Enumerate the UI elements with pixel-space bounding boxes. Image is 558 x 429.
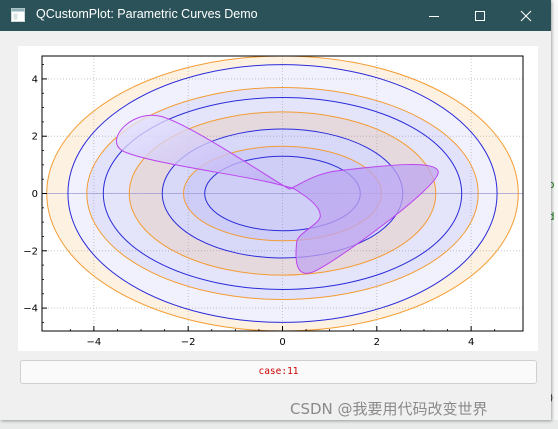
parametric-curves-plot[interactable]: −4 −2 0 2 4 −4 −2 0 2 4 <box>18 46 538 351</box>
app-window: QCustomPlot: Parametric Curves Demo −4 −2… <box>0 0 551 420</box>
close-button[interactable] <box>503 0 549 31</box>
y-tick-label: −4 <box>23 304 38 315</box>
status-display: case:11 <box>20 360 537 384</box>
app-icon <box>11 8 25 22</box>
maximize-button[interactable] <box>457 0 503 31</box>
x-tick-label: 2 <box>374 337 380 348</box>
y-tick-label: −2 <box>23 246 38 257</box>
title-bar[interactable]: QCustomPlot: Parametric Curves Demo <box>0 0 551 31</box>
maximize-icon <box>475 10 485 21</box>
y-tick-label: 4 <box>32 74 38 85</box>
y-tick-label: 0 <box>32 189 38 200</box>
background-bottom-strip <box>0 420 558 429</box>
y-tick-label: 2 <box>32 132 38 143</box>
window-title: QCustomPlot: Parametric Curves Demo <box>36 7 258 21</box>
x-tick-label: 0 <box>279 337 285 348</box>
x-tick-label: −4 <box>86 337 101 348</box>
x-tick-label: 4 <box>468 337 474 348</box>
x-tick-label: −2 <box>181 337 196 348</box>
curves-group <box>42 56 523 331</box>
minimize-button[interactable] <box>411 0 457 31</box>
watermark: CSDN @我要用代码改变世界 <box>290 400 488 418</box>
minimize-icon <box>429 15 439 17</box>
plot-widget[interactable]: −4 −2 0 2 4 −4 −2 0 2 4 <box>18 46 538 351</box>
status-text: case:11 <box>258 366 299 377</box>
close-icon <box>520 10 532 21</box>
